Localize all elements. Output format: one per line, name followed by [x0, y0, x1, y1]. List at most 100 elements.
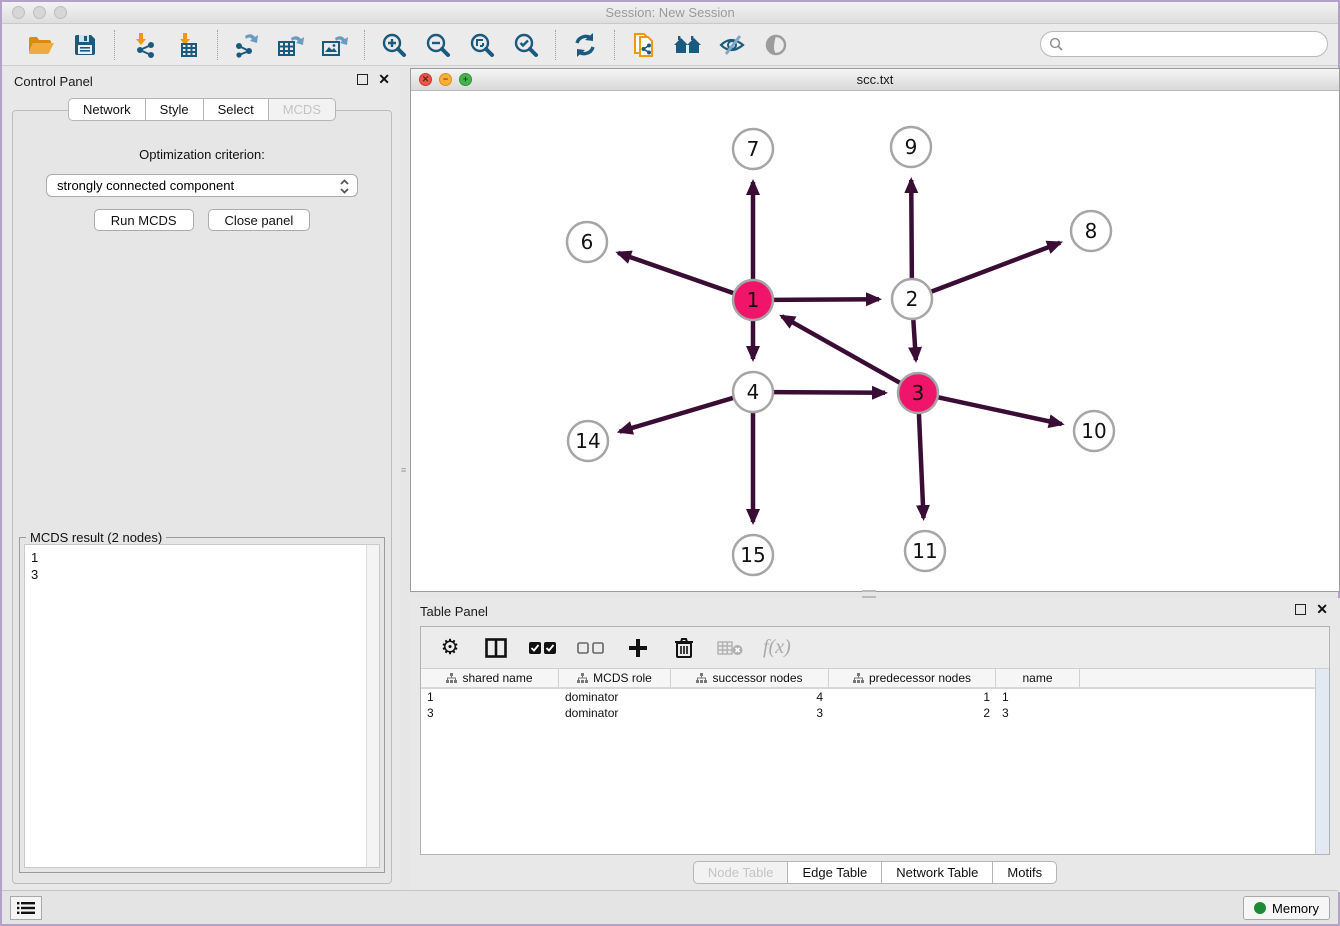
delete-table-icon[interactable] — [717, 634, 743, 662]
tab-network-table[interactable]: Network Table — [882, 861, 993, 884]
tab-mcds[interactable]: MCDS — [269, 98, 336, 121]
network-maximize-icon[interactable]: + — [459, 73, 472, 86]
search-icon — [1049, 37, 1063, 51]
settings-gear-icon[interactable]: ⚙ — [437, 634, 463, 662]
close-panel-icon[interactable]: ✕ — [378, 74, 390, 85]
refresh-layout-icon[interactable] — [570, 30, 600, 60]
network-minimize-icon[interactable]: − — [439, 73, 452, 86]
save-session-icon[interactable] — [70, 30, 100, 60]
edge-3-10[interactable] — [938, 397, 1062, 424]
float-panel-icon[interactable] — [357, 74, 368, 85]
zoom-out-icon[interactable] — [423, 30, 453, 60]
table-cell[interactable]: 3 — [996, 705, 1080, 721]
table-cell[interactable]: dominator — [559, 689, 671, 705]
result-scrollbar[interactable] — [366, 545, 379, 867]
export-table-icon[interactable] — [276, 30, 306, 60]
edge-2-8[interactable] — [931, 243, 1060, 292]
delete-columns-icon[interactable] — [671, 634, 697, 662]
close-window-button[interactable] — [12, 6, 25, 19]
show-grayed-icon[interactable] — [761, 30, 791, 60]
close-panel-button[interactable]: Close panel — [208, 209, 311, 231]
open-session-icon[interactable] — [26, 30, 56, 60]
graph-node-3[interactable]: 3 — [898, 373, 938, 413]
graph-node-7[interactable]: 7 — [733, 129, 773, 169]
export-image-icon[interactable] — [320, 30, 350, 60]
graph-node-4[interactable]: 4 — [733, 372, 773, 412]
table-scrollbar[interactable] — [1315, 669, 1329, 854]
column-namespace-icon — [696, 673, 707, 684]
zoom-window-button[interactable] — [54, 6, 67, 19]
graph-node-10[interactable]: 10 — [1074, 411, 1114, 451]
table-cell[interactable]: 3 — [671, 705, 829, 721]
zoom-fit-icon[interactable] — [467, 30, 497, 60]
minimize-window-button[interactable] — [33, 6, 46, 19]
edge-1-2[interactable] — [773, 299, 879, 300]
window-title: Session: New Session — [2, 2, 1338, 24]
network-close-icon[interactable]: ✕ — [419, 73, 432, 86]
search-input[interactable] — [1063, 34, 1327, 54]
edge-2-9[interactable] — [911, 180, 912, 279]
show-all-icon[interactable] — [673, 30, 703, 60]
graph-node-9[interactable]: 9 — [891, 127, 931, 167]
export-network-icon[interactable] — [232, 30, 262, 60]
close-table-panel-icon[interactable]: ✕ — [1316, 604, 1328, 615]
graph-node-15[interactable]: 15 — [733, 535, 773, 575]
edge-1-6[interactable] — [618, 253, 734, 294]
run-mcds-button[interactable]: Run MCDS — [94, 209, 194, 231]
task-history-button[interactable] — [10, 896, 42, 920]
toolbar-search[interactable] — [1040, 31, 1328, 57]
graph-node-11[interactable]: 11 — [905, 531, 945, 571]
split-columns-icon[interactable] — [483, 634, 509, 662]
tab-select[interactable]: Select — [204, 98, 269, 121]
edge-2-3[interactable] — [913, 319, 916, 360]
column-header-predecessor-nodes[interactable]: predecessor nodes — [829, 669, 996, 687]
import-network-icon[interactable] — [129, 30, 159, 60]
window-traffic-lights[interactable] — [12, 6, 67, 19]
zoom-in-icon[interactable] — [379, 30, 409, 60]
table-cell[interactable]: 4 — [671, 689, 829, 705]
tab-edge-table[interactable]: Edge Table — [788, 861, 882, 884]
table-cell[interactable]: 3 — [421, 705, 559, 721]
float-table-panel-icon[interactable] — [1295, 604, 1306, 615]
mcds-result-list[interactable]: 13 — [24, 544, 380, 868]
memory-button[interactable]: Memory — [1243, 896, 1330, 920]
table-row[interactable]: 3dominator323 — [421, 705, 1315, 721]
table-cell[interactable]: 1 — [829, 689, 996, 705]
graph-node-14[interactable]: 14 — [568, 421, 608, 461]
splitter-grip-vertical[interactable]: ≡ — [401, 468, 409, 482]
column-header-MCDS-role[interactable]: MCDS role — [559, 669, 671, 687]
network-window-titlebar[interactable]: ✕ − + scc.txt — [411, 69, 1339, 91]
graph-node-1[interactable]: 1 — [733, 280, 773, 320]
select-all-rows-icon[interactable] — [529, 634, 557, 662]
edge-3-1[interactable] — [782, 316, 901, 383]
table-cell[interactable]: 1 — [996, 689, 1080, 705]
edge-4-14[interactable] — [620, 398, 734, 432]
table-cell[interactable]: 2 — [829, 705, 996, 721]
graph-node-6[interactable]: 6 — [567, 222, 607, 262]
tab-network[interactable]: Network — [68, 98, 146, 121]
import-table-icon[interactable] — [173, 30, 203, 60]
table-cell[interactable]: dominator — [559, 705, 671, 721]
edge-3-11[interactable] — [919, 413, 924, 518]
graph-node-2[interactable]: 2 — [892, 279, 932, 319]
tab-motifs[interactable]: Motifs — [993, 861, 1057, 884]
add-column-icon[interactable] — [625, 634, 651, 662]
unselect-all-rows-icon[interactable] — [577, 634, 605, 662]
column-header-shared-name[interactable]: shared name — [421, 669, 559, 687]
clone-network-icon[interactable] — [629, 30, 659, 60]
edge-4-3[interactable] — [773, 392, 885, 393]
network-view-window: ✕ − + scc.txt 1 2 3 4 6 7 8 9 10 11 14 15 — [410, 68, 1340, 592]
table-row[interactable]: 1dominator411 — [421, 689, 1315, 705]
function-builder-icon[interactable]: f(x) — [763, 634, 791, 662]
zoom-selected-icon[interactable] — [511, 30, 541, 60]
splitter-grip-horizontal[interactable] — [862, 590, 876, 598]
graph-node-8[interactable]: 8 — [1071, 211, 1111, 251]
optimization-criterion-select[interactable]: strongly connected component — [46, 174, 358, 197]
tab-style[interactable]: Style — [146, 98, 204, 121]
table-cell[interactable]: 1 — [421, 689, 559, 705]
network-canvas[interactable]: 1 2 3 4 6 7 8 9 10 11 14 15 — [411, 91, 1339, 591]
hide-selected-icon[interactable] — [717, 30, 747, 60]
tab-node-table[interactable]: Node Table — [693, 861, 789, 884]
column-header-successor-nodes[interactable]: successor nodes — [671, 669, 829, 687]
column-header-name[interactable]: name — [996, 669, 1080, 687]
